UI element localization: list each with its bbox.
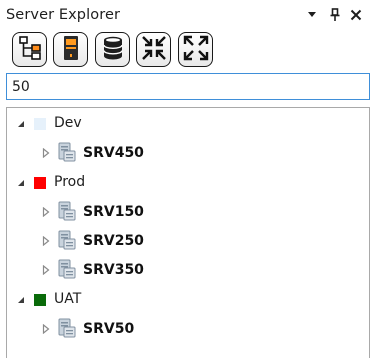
panel-title: Server Explorer <box>6 7 121 23</box>
env-label: Dev <box>54 115 82 131</box>
tree-node-server[interactable]: SRV50 <box>7 317 369 341</box>
server-label: SRV350 <box>83 262 144 278</box>
title-bar: Server Explorer <box>0 0 379 30</box>
collapsed-triangle-icon[interactable] <box>41 236 51 246</box>
tree-node-uat[interactable]: UAT <box>7 288 369 312</box>
expand-arrows-icon <box>183 35 209 65</box>
connect-hierarchy-button[interactable] <box>12 32 47 67</box>
server-stack-icon <box>58 318 76 338</box>
search-box <box>6 73 370 100</box>
expand-all-button[interactable] <box>178 32 213 67</box>
tree-node-prod[interactable]: Prod <box>7 171 369 195</box>
server-tower-icon <box>61 35 81 65</box>
server-label: SRV450 <box>83 145 144 161</box>
collapse-all-button[interactable] <box>136 32 171 67</box>
collapsed-triangle-icon[interactable] <box>41 148 51 158</box>
server-button[interactable] <box>53 32 88 67</box>
tree-node-server[interactable]: SRV150 <box>7 200 369 224</box>
pin-icon[interactable] <box>327 7 343 23</box>
env-label: Prod <box>54 174 86 190</box>
server-explorer-panel: Server Explorer 50 Dev SRV450 Prod SRV15… <box>0 0 379 358</box>
server-label: SRV150 <box>83 204 144 220</box>
expanded-triangle-icon[interactable] <box>16 295 26 305</box>
collapsed-triangle-icon[interactable] <box>41 207 51 217</box>
dropdown-icon[interactable] <box>304 7 320 23</box>
database-icon <box>101 35 125 65</box>
tree-node-server[interactable]: SRV450 <box>7 141 369 165</box>
tree-node-server[interactable]: SRV250 <box>7 229 369 253</box>
server-label: SRV50 <box>83 321 135 337</box>
server-stack-icon <box>58 259 76 279</box>
server-stack-icon <box>58 142 76 162</box>
tree-node-server[interactable]: SRV350 <box>7 258 369 282</box>
env-label: UAT <box>54 291 82 307</box>
expanded-triangle-icon[interactable] <box>16 119 26 129</box>
server-stack-icon <box>58 201 76 221</box>
env-color-swatch <box>34 118 46 130</box>
hierarchy-icon <box>18 35 42 65</box>
env-color-swatch <box>34 294 46 306</box>
collapsed-triangle-icon[interactable] <box>41 265 51 275</box>
server-tree: Dev SRV450 Prod SRV150 SRV250 SRV350 UAT… <box>6 107 370 358</box>
close-icon[interactable] <box>348 7 364 23</box>
server-label: SRV250 <box>83 233 144 249</box>
collapse-arrows-icon <box>141 35 167 65</box>
server-stack-icon <box>58 230 76 250</box>
search-input[interactable] <box>7 74 369 99</box>
expanded-triangle-icon[interactable] <box>16 178 26 188</box>
database-button[interactable] <box>95 32 130 67</box>
env-color-swatch <box>34 177 46 189</box>
tree-node-dev[interactable]: Dev <box>7 112 369 136</box>
collapsed-triangle-icon[interactable] <box>41 324 51 334</box>
